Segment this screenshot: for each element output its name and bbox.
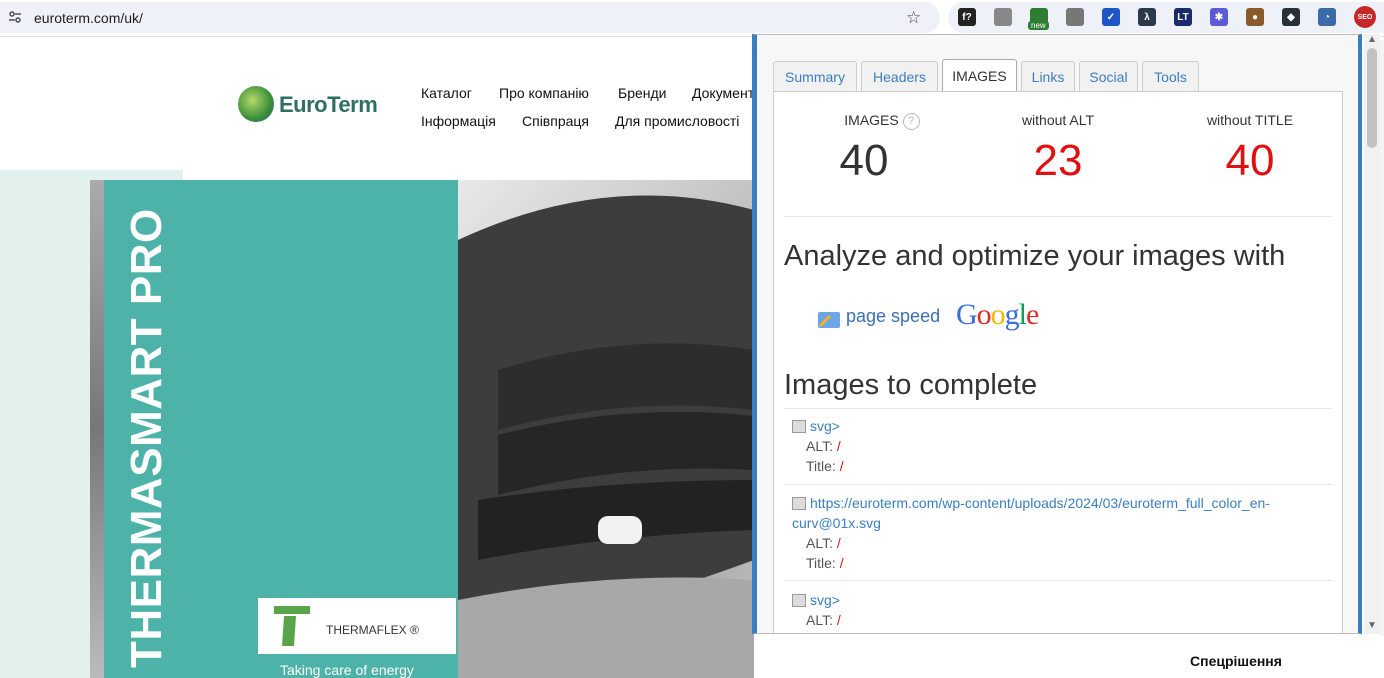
nav-brands[interactable]: Бренди [618,85,666,101]
camera-ext-icon[interactable] [1066,8,1084,26]
extensions-bar: f? new ✓ λ LT ✱ ● ◆ ◔ SEO [948,2,1384,33]
google-letter: G [956,298,978,331]
images-to-complete-heading: Images to complete [784,369,1038,401]
fontface-ext-icon[interactable]: f? [958,8,976,26]
bookmark-star-icon[interactable]: ☆ [906,8,921,28]
stat-no-title-label: without TITLE [1206,112,1294,128]
tab-summary[interactable]: Summary [773,61,857,91]
check-ext-icon[interactable]: ✓ [1102,8,1120,26]
address-bar[interactable]: euroterm.com/uk/ ☆ [0,2,940,33]
google-letter: e [1026,298,1039,331]
image-alt: ALT: / [792,533,1322,553]
nav-documents[interactable]: Документ [692,85,754,101]
images-panel: IMAGES? 40 without ALT 23 without TITLE … [773,91,1343,633]
lambda-ext-icon[interactable]: λ [1138,8,1156,26]
nav-catalog[interactable]: Каталог [421,85,472,101]
google-letter: g [1004,298,1020,331]
nav-about[interactable]: Про компанію [499,85,589,101]
help-icon[interactable]: ? [902,112,920,130]
image-alt: ALT: / [792,610,1322,630]
image-entry: svg> ALT: / Title: / [792,416,1322,476]
tab-links[interactable]: Links [1021,61,1075,91]
alt-label: ALT: [806,438,833,454]
euroterm-logo-text[interactable]: EuroTerm [279,92,378,118]
thermaflex-t-icon [274,606,310,646]
image-icon [792,497,806,511]
title-label: Title: [806,555,836,571]
tab-images[interactable]: IMAGES [942,59,1017,91]
seo-ext-icon[interactable]: SEO [1354,6,1376,28]
divider [784,216,1332,217]
scroll-down-icon[interactable]: ▼ [1367,620,1377,631]
stat-no-title-value: 40 [1225,136,1275,185]
tab-headers[interactable]: Headers [861,61,938,91]
special-solutions-heading[interactable]: Спецрішення [1190,653,1282,669]
image-src-link[interactable]: svg> [810,592,840,608]
divider [784,580,1332,581]
scrollbar-thumb[interactable] [1367,48,1377,148]
google-letter: o [976,298,992,331]
browser-toolbar: euroterm.com/uk/ ☆ f? new ✓ λ LT ✱ ● ◆ ◔ SEO [0,0,1384,37]
image-icon [792,420,806,434]
euroterm-logo-globe[interactable] [238,86,274,122]
alt-value: / [836,438,841,454]
alt-value: / [836,612,841,628]
popup-body: Summary Headers IMAGES Links Social Tool… [757,35,1357,633]
stat-no-alt-value: 23 [1033,136,1083,185]
stat-images-text: IMAGES [844,112,899,128]
url-text[interactable]: euroterm.com/uk/ [34,10,143,26]
insulation-photo [458,180,754,678]
banner-title: THERMASMART PRO [122,208,171,668]
page-right-edge [1380,40,1384,640]
nav-information[interactable]: Інформація [421,113,496,129]
pagespeed-link[interactable]: page speed [846,306,940,327]
stats-ext-icon[interactable]: ◔ [1318,8,1336,26]
image-src-link[interactable]: svg> [810,418,840,434]
nav-cooperation[interactable]: Співпраця [522,113,589,129]
site-info-icon[interactable] [8,10,22,24]
title-label: Title: [806,458,836,474]
thermaflex-brand: THERMAFLEX ® [326,623,419,637]
stat-images-label: IMAGES? [812,112,952,130]
new-badge: new [1028,21,1049,30]
banner-left-image [90,180,104,678]
pagespeed-icon[interactable] [816,308,842,330]
divider [784,408,1332,409]
stat-images-value: 40 [839,136,889,185]
cookie-ext-icon[interactable]: ● [1246,8,1264,26]
lt-ext-icon[interactable]: LT [1174,8,1192,26]
scroll-up-icon[interactable]: ▲ [1367,34,1377,45]
image-entry: svg> ALT: / [792,590,1322,630]
banner-tagline: Taking care of energy [280,662,414,678]
image-title: Title: / [792,553,1322,573]
nav-industry[interactable]: Для промисловості [615,113,739,129]
moon-ext-icon[interactable] [994,8,1012,26]
alt-label: ALT: [806,612,833,628]
google-letter: l [1018,298,1027,331]
hex-ext-icon[interactable]: ◆ [1282,8,1300,26]
title-value: / [839,458,844,474]
image-title: Title: / [792,456,1322,476]
tab-tools[interactable]: Tools [1142,61,1199,91]
alt-label: ALT: [806,535,833,551]
thermaflex-logo: THERMAFLEX ® [258,598,456,654]
tab-social[interactable]: Social [1079,61,1138,91]
image-icon [792,594,806,608]
gear-ext-icon[interactable]: ✱ [1210,8,1228,26]
google-link[interactable]: Google [956,298,1039,332]
title-value: / [839,555,844,571]
alt-value: / [836,535,841,551]
stat-no-alt-label: without ALT [1021,112,1095,128]
analyze-heading: Analyze and optimize your images with [784,240,1286,272]
image-src-link[interactable]: https://euroterm.com/wp-content/uploads/… [792,495,1270,531]
google-letter: o [990,298,1006,331]
divider [784,484,1332,485]
image-alt: ALT: / [792,436,1322,456]
seo-extension-popup: Summary Headers IMAGES Links Social Tool… [752,34,1362,634]
image-entry: https://euroterm.com/wp-content/uploads/… [792,493,1322,573]
